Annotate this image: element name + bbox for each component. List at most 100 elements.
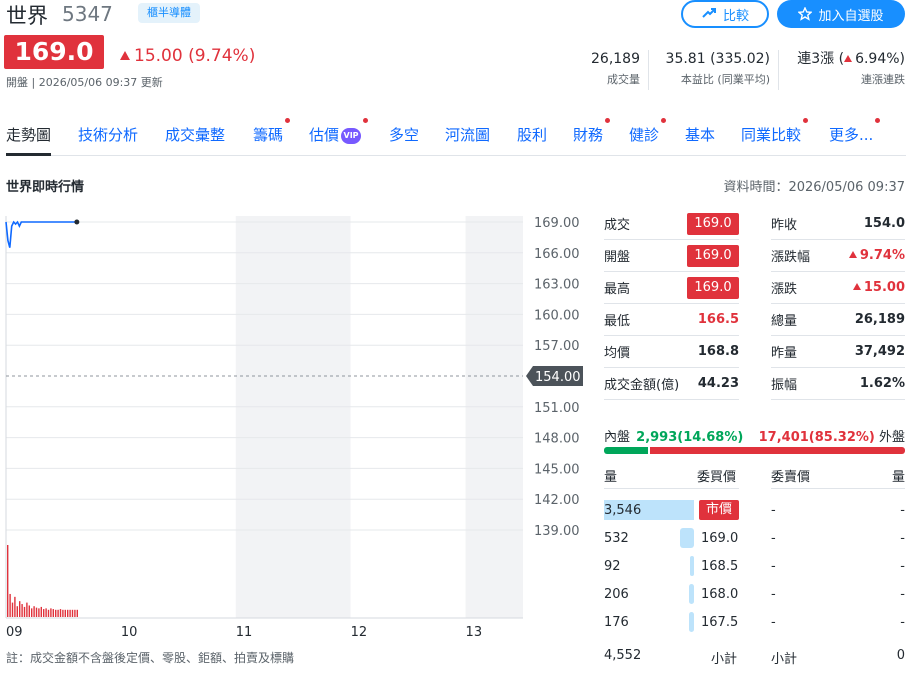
volume-bar	[50, 608, 52, 617]
volume-bar	[21, 604, 23, 617]
intraday-chart[interactable]: 169.00 166.00 163.00 160.00 157.00 154.00 151.…	[0, 200, 590, 645]
stat-divider	[778, 50, 779, 90]
reference-price-label: 154.00	[535, 370, 581, 385]
data-time: 資料時間：2026/05/06 09:37	[723, 180, 905, 195]
tab-label: 估價	[309, 126, 340, 144]
tab-more[interactable]: 更多...	[829, 118, 881, 145]
divider	[771, 488, 905, 489]
volume-bar	[55, 609, 57, 617]
tab-trend[interactable]: 走勢圖	[6, 124, 52, 156]
inout-ratio-bar	[604, 447, 905, 454]
stat-pe-value: 35.81 (335.02)	[665, 51, 770, 67]
y-tick-label: 148.00	[534, 432, 580, 447]
quote-value: 168.8	[697, 344, 739, 359]
quote-row: 振幅 1.62%	[771, 368, 905, 400]
ask-price: -	[771, 614, 776, 630]
tab-technical[interactable]: 技術分析	[78, 124, 138, 145]
quote-label: 漲跌	[771, 282, 798, 297]
volume-bar	[62, 609, 64, 617]
quote-row: 昨收 154.0	[771, 208, 905, 240]
bid-qty: 3,546	[604, 502, 642, 518]
quote-label: 開盤	[604, 250, 631, 265]
bid-qty: 206	[604, 586, 629, 602]
ask-price: -	[771, 586, 776, 602]
volume-bar	[38, 608, 40, 617]
outer-value: 17,401(85.32%)	[758, 430, 875, 445]
tab-dividend[interactable]: 股利	[517, 124, 547, 145]
bid-price: 169.0	[701, 530, 739, 546]
tab-long-short[interactable]: 多空	[389, 124, 419, 145]
tab-valuation[interactable]: 估價 VIP	[309, 118, 369, 145]
chart-band	[120, 216, 236, 618]
volume-bar	[11, 602, 14, 617]
quote-value: 169.0	[687, 276, 739, 299]
last-price-dot	[74, 219, 80, 225]
market-tag[interactable]: 櫃半導體	[138, 3, 200, 23]
y-tick-label: 166.00	[534, 247, 580, 262]
tab-label: 基本	[685, 126, 716, 144]
stat-volume: 26,189 成交量	[591, 50, 640, 88]
quote-label: 振幅	[771, 378, 798, 393]
volume-bar	[67, 609, 69, 617]
add-watchlist-label: 加入自選股	[818, 8, 884, 24]
add-watchlist-button[interactable]: 加入自選股	[777, 0, 905, 28]
x-tick-label: 10	[121, 625, 138, 640]
quote-value: 15.00	[852, 280, 905, 295]
y-tick-label: 142.00	[534, 493, 580, 508]
quote-value-text: 15.00	[863, 280, 905, 295]
volume-bar	[64, 609, 66, 617]
bid-price: 168.0	[701, 586, 739, 602]
ask-price: -	[771, 502, 776, 518]
tab-chips[interactable]: 籌碼	[253, 118, 291, 145]
volume-bar	[16, 606, 18, 617]
tab-health[interactable]: 健診	[629, 118, 667, 145]
volume-bar	[40, 606, 42, 617]
notification-dot	[661, 118, 667, 123]
tab-peers[interactable]: 同業比較	[741, 118, 809, 145]
bid-total: 4,552	[604, 648, 642, 663]
y-tick-label: 145.00	[534, 462, 580, 477]
quote-label: 最低	[604, 314, 631, 329]
notification-dot	[285, 118, 291, 123]
volume-bar	[35, 607, 38, 617]
inner-label: 內盤	[604, 430, 631, 445]
volume-bar	[31, 608, 33, 617]
notification-dot	[605, 118, 611, 123]
tab-label: 同業比較	[741, 126, 802, 144]
up-arrow-icon	[848, 251, 857, 258]
stat-streak: 連3漲 (6.94%) 連漲連跌	[797, 50, 905, 88]
ask-qty: -	[900, 614, 905, 630]
y-tick-label: 139.00	[534, 524, 580, 539]
quote-value: 154.0	[863, 216, 905, 231]
quote-row: 均價 168.8	[604, 336, 739, 368]
tab-label: 技術分析	[78, 126, 139, 144]
stat-pe: 35.81 (335.02) 本益比 (同業平均)	[666, 50, 770, 88]
volume-bar	[57, 609, 59, 617]
quote-row: 總量 26,189	[771, 304, 905, 336]
volume-bar	[23, 606, 26, 617]
streak-prefix: 連3漲 (	[797, 51, 845, 67]
inner-value: 2,993(14.68%)	[636, 430, 744, 445]
volume-bar	[19, 601, 21, 617]
compare-button[interactable]: 比較	[681, 0, 769, 28]
quote-value: 169.0	[687, 212, 739, 235]
stat-pe-label: 本益比 (同業平均)	[680, 73, 770, 86]
outer-label: 外盤	[878, 430, 905, 445]
volume-bar	[14, 596, 16, 617]
quote-row: 昨量 37,492	[771, 336, 905, 368]
y-tick-label: 163.00	[534, 278, 580, 293]
quote-label: 均價	[604, 346, 631, 361]
quote-row: 成交金額(億) 44.23	[604, 368, 739, 400]
notification-dot	[803, 118, 809, 123]
quote-value: 26,189	[854, 312, 905, 327]
volume-bar	[74, 609, 76, 617]
tab-financials[interactable]: 財務	[573, 118, 611, 145]
bid-total-label: 小計	[711, 652, 738, 667]
quote-value: 166.5	[697, 312, 739, 327]
tab-trades[interactable]: 成交彙整	[165, 124, 225, 145]
bid-price: 167.5	[701, 614, 739, 630]
tab-basic[interactable]: 基本	[685, 124, 715, 145]
tab-river[interactable]: 河流圖	[445, 124, 490, 145]
y-tick-label: 157.00	[534, 339, 580, 354]
ask-qty: -	[900, 586, 905, 602]
